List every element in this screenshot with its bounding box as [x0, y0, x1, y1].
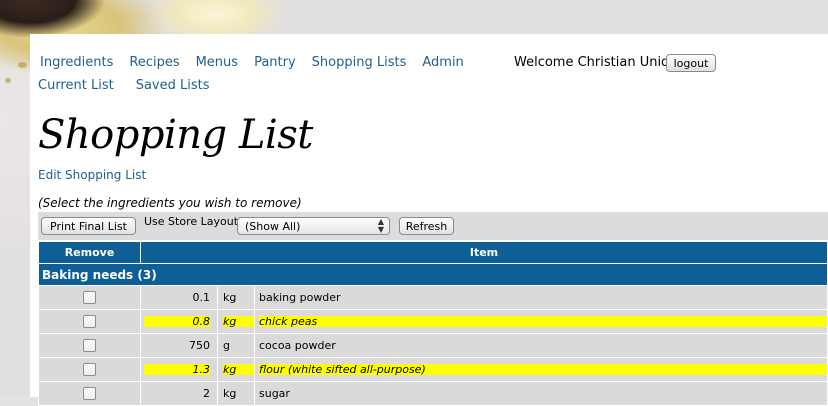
nav-menus[interactable]: Menus	[196, 55, 238, 73]
remove-checkbox[interactable]	[83, 387, 96, 401]
logout-button[interactable]: logout	[666, 54, 716, 72]
remove-cell	[38, 285, 141, 310]
item-unit-cell: kg	[217, 309, 255, 334]
item-quantity-cell: 2	[140, 381, 218, 406]
remove-checkbox[interactable]	[83, 291, 96, 305]
item-name: baking powder	[259, 291, 341, 304]
nav-saved-lists[interactable]: Saved Lists	[136, 78, 210, 93]
remove-cell	[38, 381, 141, 406]
table-row: 0.1 kg baking powder	[38, 285, 828, 310]
remove-cell	[38, 309, 141, 334]
remove-checkbox[interactable]	[83, 363, 96, 377]
nav-recipes[interactable]: Recipes	[129, 55, 179, 73]
table-row: 1.3 kg flour (white sifted all-purpose)	[38, 357, 828, 382]
remove-checkbox[interactable]	[83, 315, 96, 329]
sub-nav: Current List Saved Lists	[38, 78, 231, 93]
group-label: Baking needs (3)	[38, 263, 828, 286]
item-quantity-cell: 0.1	[140, 285, 218, 310]
main-nav: Ingredients Recipes Menus Pantry Shoppin…	[40, 55, 480, 73]
table-row: 0.8 kg chick peas	[38, 309, 828, 334]
nav-admin[interactable]: Admin	[422, 55, 463, 73]
item-unit: g	[223, 339, 230, 352]
nav-ingredients[interactable]: Ingredients	[40, 55, 113, 73]
item-name: sugar	[259, 387, 290, 400]
nav-pantry[interactable]: Pantry	[254, 55, 296, 73]
column-header-item: Item	[140, 241, 828, 264]
item-quantity: 750	[189, 339, 210, 352]
item-quantity: 2	[203, 387, 210, 400]
background-crumb	[18, 62, 27, 68]
item-name: cocoa powder	[259, 339, 336, 352]
item-unit: kg	[223, 316, 254, 327]
shopping-list-table: Remove Item Baking needs (3) 0.1 kg baking…	[38, 241, 828, 406]
item-quantity: 1.3	[144, 364, 210, 375]
item-name-cell: cocoa powder	[254, 333, 828, 358]
item-quantity: 0.1	[192, 291, 211, 304]
item-unit-cell: kg	[217, 357, 255, 382]
edit-shopping-list-link[interactable]: Edit Shopping List	[38, 168, 146, 182]
table-row: 2 kg sugar	[38, 381, 828, 406]
item-name: chick peas	[259, 316, 827, 327]
item-name-cell: baking powder	[254, 285, 828, 310]
item-quantity-cell: 1.3	[140, 357, 218, 382]
print-final-list-button[interactable]: Print Final List	[41, 217, 136, 235]
item-name: flour (white sifted all-purpose)	[259, 364, 827, 375]
item-name-cell: sugar	[254, 381, 828, 406]
background-crumb	[5, 78, 11, 83]
group-row: Baking needs (3)	[38, 263, 828, 286]
remove-cell	[38, 333, 141, 358]
item-unit-cell: kg	[217, 381, 255, 406]
store-layout-select[interactable]: (Show All) ▲ ▼	[237, 217, 390, 235]
nav-current-list[interactable]: Current List	[38, 78, 114, 93]
instructions-text: (Select the ingredients you wish to remo…	[38, 196, 302, 210]
list-toolbar: Print Final List Use Store Layout: (Show…	[38, 212, 828, 240]
welcome-text: Welcome Christian Union	[514, 55, 678, 70]
main-content: Ingredients Recipes Menus Pantry Shoppin…	[30, 34, 828, 406]
item-name-cell: flour (white sifted all-purpose)	[254, 357, 828, 382]
store-layout-label: Use Store Layout:	[144, 215, 242, 228]
item-unit: kg	[223, 364, 254, 375]
remove-checkbox[interactable]	[83, 339, 96, 353]
item-unit: kg	[223, 291, 237, 304]
item-unit: kg	[223, 387, 237, 400]
select-arrows-icon: ▲ ▼	[377, 217, 384, 234]
item-name-cell: chick peas	[254, 309, 828, 334]
item-quantity-cell: 750	[140, 333, 218, 358]
table-header-row: Remove Item	[38, 241, 828, 264]
column-header-remove: Remove	[38, 241, 141, 264]
table-row: 750 g cocoa powder	[38, 333, 828, 358]
item-unit-cell: g	[217, 333, 255, 358]
store-layout-selected: (Show All)	[245, 220, 301, 233]
nav-shopping-lists[interactable]: Shopping Lists	[312, 55, 407, 73]
remove-cell	[38, 357, 141, 382]
refresh-button[interactable]: Refresh	[399, 217, 454, 235]
item-quantity-cell: 0.8	[140, 309, 218, 334]
item-unit-cell: kg	[217, 285, 255, 310]
page-title: Shopping List	[38, 112, 313, 158]
item-quantity: 0.8	[144, 316, 210, 327]
